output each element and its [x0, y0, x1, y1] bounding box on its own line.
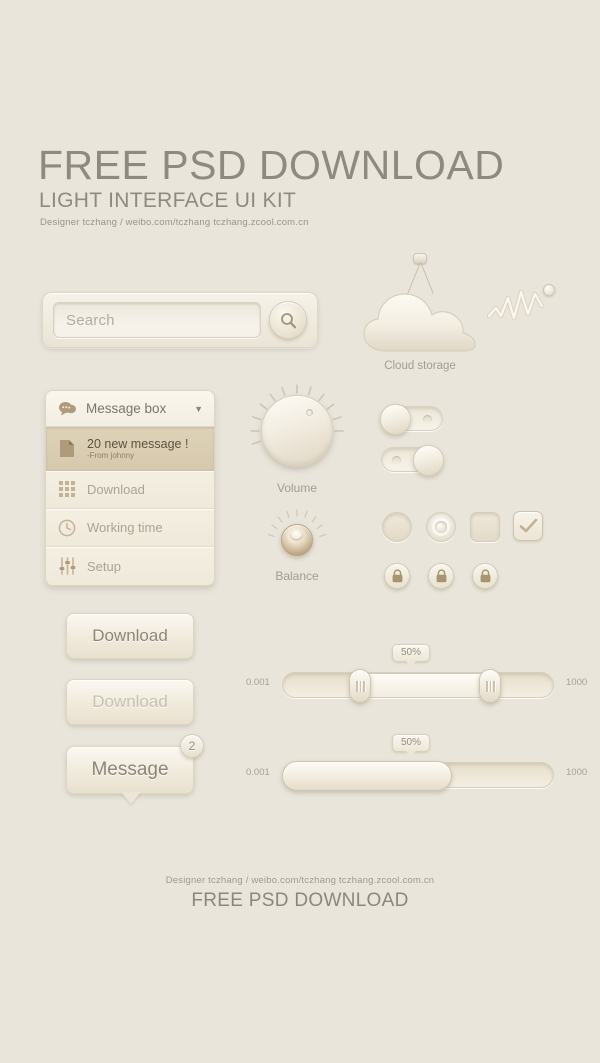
message-box-menu: Message box ▼ 20 new message ! -From joh… [45, 390, 215, 586]
search-input[interactable]: Search [53, 302, 261, 338]
footer-credit: Designer tczhang / weibo.com/tczhang tcz… [165, 875, 435, 886]
message-item-label: Setup [87, 558, 121, 574]
callout-tail-icon [121, 792, 141, 804]
toggle-switch-off[interactable] [380, 404, 443, 435]
line-chart-widget [486, 284, 559, 332]
cloud-storage-widget: Cloud storage [360, 253, 480, 373]
check-icon [519, 518, 537, 533]
search-button[interactable] [269, 301, 307, 339]
message-item-setup[interactable]: Setup [46, 547, 214, 585]
cloud-storage-label: Cloud storage [384, 360, 456, 372]
message-button-label: Message [91, 759, 169, 780]
lock-icon [480, 569, 490, 583]
sliders-icon [57, 557, 77, 575]
volume-knob[interactable]: Volume [249, 383, 345, 501]
lock-button-3[interactable] [472, 563, 498, 589]
balance-knob-indicator [291, 530, 302, 539]
cloud-string-right [420, 261, 434, 294]
range-slider-min-label: 0.001 [246, 677, 270, 688]
message-badge: 2 [180, 734, 204, 758]
value-slider-min-label: 0.001 [246, 767, 270, 778]
line-chart-icon [486, 289, 545, 321]
lock-button-2[interactable] [428, 563, 454, 589]
cloud-string-left [407, 261, 421, 294]
toggle-switch-on[interactable] [381, 445, 444, 476]
range-slider: 0.001 1000 50% [246, 644, 588, 712]
volume-knob-face[interactable] [261, 395, 333, 467]
message-box-header-label: Message box [86, 401, 167, 416]
volume-knob-indicator [306, 409, 313, 416]
checkbox-checked[interactable] [513, 511, 543, 541]
range-slider-max-label: 1000 [566, 677, 588, 688]
message-item-title: 20 new message ! [87, 436, 189, 451]
search-icon [280, 312, 296, 328]
footer-title: FREE PSD DOWNLOAD [191, 890, 409, 911]
page-title: FREE PSD DOWNLOAD [38, 142, 505, 188]
radio-unchecked[interactable] [382, 512, 412, 542]
message-box-header[interactable]: Message box ▼ [46, 391, 214, 427]
message-item-text: 20 new message ! -From johnny [87, 437, 188, 461]
cloud-icon [363, 293, 476, 352]
message-item-subtitle: -From johnny [87, 450, 135, 460]
chart-endpoint-dot-icon [543, 284, 555, 296]
header-credit: Designer tczhang / weibo.com/tczhang tcz… [40, 217, 309, 228]
message-item-working-time[interactable]: Working time [46, 509, 214, 547]
ui-kit-canvas: FREE PSD DOWNLOAD LIGHT INTERFACE UI KIT… [0, 0, 600, 1063]
grip-icon [356, 681, 365, 692]
range-slider-handle-low[interactable] [349, 669, 371, 703]
chevron-down-icon: ▼ [194, 403, 203, 414]
value-slider-tooltip: 50% [392, 734, 431, 757]
range-slider-fill [357, 674, 491, 696]
message-item-label: Working time [87, 520, 163, 535]
message-item-download[interactable]: Download [46, 471, 214, 509]
balance-knob[interactable]: Balance [266, 509, 328, 589]
range-slider-handle-high[interactable] [479, 669, 501, 703]
volume-knob-label: Volume [276, 481, 318, 495]
grip-icon [486, 681, 495, 692]
document-icon [57, 439, 77, 458]
value-slider: 0.001 1000 50% [246, 734, 588, 802]
download-button[interactable]: Download [66, 613, 194, 659]
range-slider-tooltip: 50% [392, 644, 431, 667]
toggle-indicator-icon [392, 456, 401, 465]
page-subtitle: LIGHT INTERFACE UI KIT [39, 189, 297, 212]
value-slider-max-label: 1000 [566, 767, 588, 778]
message-button[interactable]: Message 2 [66, 734, 204, 804]
download-button-disabled: Download [66, 679, 194, 725]
message-item-new-message[interactable]: 20 new message ! -From johnny [46, 427, 214, 471]
checkbox-unchecked[interactable] [470, 512, 500, 542]
chat-bubble-icon [57, 401, 77, 416]
clock-icon [57, 519, 77, 537]
value-slider-handle[interactable] [282, 761, 452, 791]
radio-checked[interactable] [426, 512, 456, 542]
range-slider-track[interactable] [282, 669, 554, 703]
message-item-label: Download [87, 482, 145, 497]
toggle-handle[interactable] [413, 445, 444, 476]
lock-icon [392, 569, 402, 583]
toggle-handle[interactable] [380, 404, 411, 435]
balance-knob-label: Balance [275, 569, 319, 583]
lock-button-1[interactable] [384, 563, 410, 589]
search-bar: Search [42, 292, 318, 348]
balance-knob-face[interactable] [281, 524, 313, 556]
value-slider-track[interactable] [282, 761, 554, 791]
toggle-indicator-icon [423, 415, 432, 424]
grid-icon [57, 481, 77, 498]
lock-icon [436, 569, 446, 583]
